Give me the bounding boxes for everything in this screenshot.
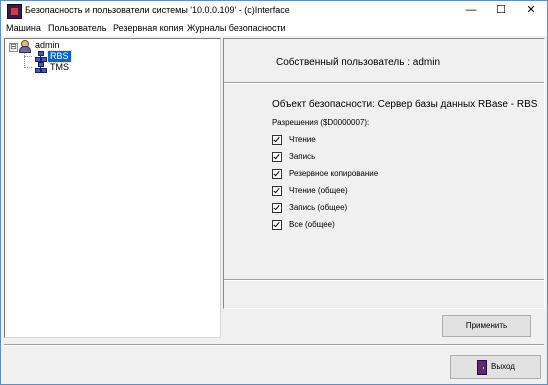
security-object-label: Объект безопасности: Сервер базы данных … — [272, 99, 538, 110]
permission-label: Чтение — [289, 135, 316, 144]
write-shared-checkbox[interactable] — [272, 203, 282, 213]
backup-checkbox[interactable] — [272, 169, 282, 179]
tree-node-tms[interactable]: TMS — [48, 62, 71, 73]
menu-bar: Машина Пользователь Резервная копия Журн… — [1, 20, 547, 36]
tree-connector — [24, 56, 32, 57]
write-checkbox[interactable] — [272, 152, 282, 162]
title-bar[interactable]: Безопасность и пользователи системы '10.… — [1, 1, 547, 20]
permissions-title: Разрешения ($D0000007): — [272, 118, 370, 127]
database-node-icon — [35, 51, 47, 62]
main-window: Безопасность и пользователи системы '10.… — [0, 0, 548, 385]
permission-label: Запись (общее) — [289, 203, 348, 212]
permission-label: Все (общее) — [289, 220, 335, 229]
tree-connector — [24, 51, 25, 68]
exit-label: Выход — [491, 362, 515, 371]
permission-label: Запись — [289, 152, 316, 161]
exit-door-icon — [477, 360, 487, 375]
owner-row: Собственный пользователь : admin — [224, 39, 544, 83]
user-tree[interactable]: ⊟ admin RBS TMS — [4, 38, 221, 338]
user-icon — [19, 40, 31, 53]
maximize-button[interactable]: ☐ — [486, 1, 516, 20]
tree-connector — [24, 67, 32, 68]
detail-panel: Собственный пользователь : admin Объект … — [223, 38, 545, 309]
tree-node-admin[interactable]: admin — [33, 40, 62, 51]
collapse-icon[interactable]: ⊟ — [9, 43, 18, 52]
owner-label: Собственный пользователь : admin — [276, 57, 441, 68]
close-button[interactable]: ✕ — [516, 1, 546, 20]
permission-label: Резервное копирование — [289, 169, 379, 178]
panel-divider — [224, 279, 544, 281]
all-shared-checkbox[interactable] — [272, 220, 282, 230]
window-title: Безопасность и пользователи системы '10.… — [25, 5, 290, 15]
read-shared-checkbox[interactable] — [272, 186, 282, 196]
apply-button[interactable]: Применить — [442, 315, 531, 337]
exit-button[interactable]: Выход — [450, 355, 541, 379]
menu-machine[interactable]: Машина — [6, 23, 41, 33]
menu-security-logs[interactable]: Журналы безопасности — [187, 23, 286, 33]
bottom-divider — [4, 344, 544, 346]
tree-node-rbs[interactable]: RBS — [47, 50, 72, 63]
menu-user[interactable]: Пользователь — [48, 23, 106, 33]
minimize-button[interactable]: — — [456, 1, 486, 20]
app-icon — [7, 4, 22, 19]
read-checkbox[interactable] — [272, 135, 282, 145]
permission-label: Чтение (общее) — [289, 186, 348, 195]
menu-backup[interactable]: Резервная копия — [113, 23, 183, 33]
database-node-icon — [35, 62, 47, 73]
